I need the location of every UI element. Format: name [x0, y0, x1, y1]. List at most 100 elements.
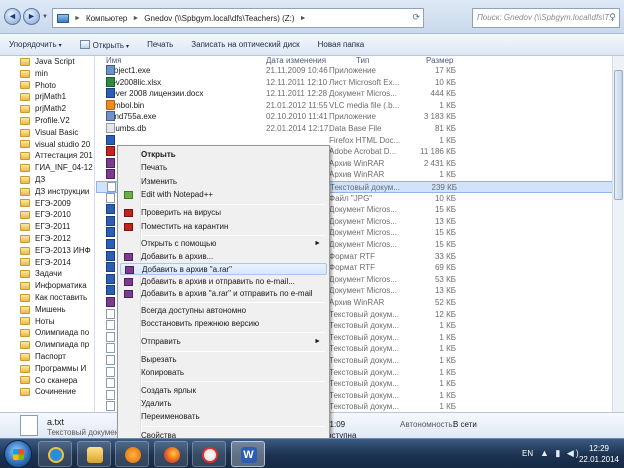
menu-separator [143, 235, 325, 236]
taskbar-word-button[interactable]: W [230, 441, 265, 467]
menu-scan-virus[interactable]: Проверить на вирусы [120, 207, 327, 219]
file-row[interactable]: Sev2008lic.xlsx 12.11.2011 12:10 Лист Micr… [96, 76, 624, 89]
nav-folder-item[interactable]: prjMath2 [0, 103, 94, 115]
menu-open-with[interactable]: Открыть с помощью ► [120, 238, 327, 250]
nav-folder-item[interactable]: ЕГЭ-2011 [0, 221, 94, 233]
nav-folder-item[interactable]: ЕГЭ-2010 [0, 209, 94, 221]
breadcrumb-separator-icon[interactable]: ► [74, 15, 81, 22]
search-icon[interactable]: ⚲ [609, 12, 616, 23]
nav-folder-item[interactable]: ЕГЭ-2012 [0, 233, 94, 245]
nav-folder-item[interactable]: prjMath1 [0, 91, 94, 103]
navigation-pane[interactable]: Java Script min Photo prjMath1 prjMath2 Profi… [0, 56, 95, 412]
nav-folder-item[interactable]: Мишень [0, 304, 94, 316]
file-type: Документ Micros... [329, 228, 397, 238]
nav-folder-item[interactable]: Photo [0, 80, 94, 92]
start-button[interactable] [4, 440, 32, 468]
search-input[interactable]: Поиск: Gnedov (\\Spbgym.local\dfs\T... ⚲ [472, 8, 620, 28]
nav-folder-item[interactable]: Visual Basic [0, 127, 94, 139]
nav-folder-item[interactable]: min [0, 68, 94, 80]
menu-delete[interactable]: Удалить [120, 398, 327, 410]
scrollbar-thumb[interactable] [614, 70, 623, 200]
clock[interactable]: 12:29 22.01.2014 [578, 443, 620, 465]
nav-folder-item[interactable]: Ноты [0, 316, 94, 328]
nav-folder-item[interactable]: ЕГЭ-2013 ИНФ [0, 245, 94, 257]
nav-folder-item[interactable]: Олимпиада по [0, 327, 94, 339]
taskbar-yandex-button[interactable] [192, 441, 226, 467]
taskbar-media-player-button[interactable] [115, 441, 149, 467]
history-dropdown-icon[interactable]: ▼ [42, 14, 48, 20]
nav-folder-item[interactable]: Сочинение [0, 386, 94, 398]
organize-button[interactable]: Упорядочить ▾ [0, 40, 71, 49]
file-size: 1 КБ [439, 170, 456, 180]
folder-icon [20, 199, 30, 208]
nav-folder-item[interactable]: Со сканера [0, 375, 94, 387]
menu-restore-version[interactable]: Восстановить прежнюю версию [120, 318, 327, 330]
tray-icons[interactable]: ▲ ▮ ◀) [540, 448, 581, 459]
print-button[interactable]: Печать [138, 40, 182, 49]
nav-folder-item[interactable]: ДЗ [0, 174, 94, 186]
menu-add-a-rar[interactable]: Добавить в архив "a.rar" [120, 263, 327, 275]
menu-edit-notepadpp[interactable]: Edit with Notepad++ [120, 189, 327, 201]
menu-create-shortcut[interactable]: Создать ярлык [120, 385, 327, 397]
menu-open[interactable]: Открыть [120, 149, 327, 161]
forward-button[interactable]: ► [23, 8, 40, 25]
address-field[interactable]: ► Компьютер ► Gnedov (\\Spbgym.local\dfs… [52, 8, 424, 28]
nav-folder-item[interactable]: visual studio 20 [0, 139, 94, 151]
nav-folder-item[interactable]: Информатика [0, 280, 94, 292]
nav-folder-item[interactable]: ГИА_INF_04-12 [0, 162, 94, 174]
nav-folder-item[interactable]: Олимпиада пр [0, 339, 94, 351]
menu-add-a-rar-email[interactable]: Добавить в архив "a.rar" и отправить по … [120, 288, 327, 300]
language-indicator[interactable]: EN [522, 449, 533, 458]
file-row[interactable]: Sever 2008 лицензии.docx 12.11.2011 12:28… [96, 88, 624, 100]
refresh-icon[interactable]: ⟳ [412, 12, 420, 23]
notepadpp-icon [124, 191, 133, 199]
file-size: 1 КБ [439, 367, 456, 377]
nav-folder-item[interactable]: Java Script [0, 56, 94, 68]
nav-folder-item[interactable]: ЕГЭ-2009 [0, 198, 94, 210]
menu-cut[interactable]: Вырезать [120, 354, 327, 366]
file-row[interactable]: Thumbs.db 22.01.2014 12:17 Data Base File 8… [96, 123, 624, 135]
burn-disc-button[interactable]: Записать на оптический диск [182, 40, 308, 49]
nav-folder-item[interactable]: Задачи [0, 268, 94, 280]
taskbar-internet-explorer-button[interactable] [38, 441, 72, 467]
menu-copy[interactable]: Копировать [120, 367, 327, 379]
nav-folder-item[interactable]: Как поставить [0, 292, 94, 304]
breadcrumb-separator-icon[interactable]: ► [132, 15, 139, 22]
nav-folder-item[interactable]: Profile.V2 [0, 115, 94, 127]
file-type: Формат RTF [329, 251, 376, 261]
column-name-header[interactable]: Имя [106, 56, 122, 65]
file-type: Файл "JPG" [329, 193, 373, 203]
back-button[interactable]: ◄ [4, 8, 21, 25]
file-row[interactable]: symbol.bin 21.01.2012 11:55 VLC media file… [96, 99, 624, 112]
nav-folder-item[interactable]: Программы И [0, 363, 94, 375]
address-bar-area: ◄ ► ▼ ► Компьютер ► Gnedov (\\Spbgym.loc… [0, 0, 624, 34]
file-type: VLC media file (.b... [329, 100, 400, 110]
nav-folder-item[interactable]: ДЗ инструкции [0, 186, 94, 198]
menu-offline[interactable]: Всегда доступны автономно [120, 305, 327, 317]
menu-edit[interactable]: Изменить [120, 176, 327, 188]
taskbar-firefox-button[interactable] [153, 441, 188, 467]
nav-folder-item[interactable]: Паспорт [0, 351, 94, 363]
open-button[interactable]: Открыть ▾ [71, 39, 138, 50]
new-folder-button[interactable]: Новая папка [309, 40, 374, 49]
taskbar-file-explorer-button[interactable] [76, 441, 111, 467]
column-date-header[interactable]: Дата изменения [266, 56, 326, 65]
menu-quarantine[interactable]: Поместить на карантин [120, 221, 327, 233]
db-file-icon [106, 123, 115, 133]
menu-add-archive-email[interactable]: Добавить в архив и отправить по e-mail..… [120, 276, 327, 288]
menu-print[interactable]: Печать [120, 162, 327, 174]
nav-folder-item[interactable]: Аттестация 201 [0, 150, 94, 162]
nav-folder-item[interactable]: ЕГЭ-2014 [0, 257, 94, 269]
breadcrumb-separator-icon[interactable]: ► [300, 15, 307, 22]
file-row[interactable]: Project1.exe 21.11.2009 10:46 Приложение 17… [96, 65, 624, 77]
breadcrumb-computer[interactable]: Компьютер [86, 14, 127, 23]
breadcrumb-current-folder[interactable]: Gnedov (\\Spbgym.local\dfs\Teachers) (Z:… [144, 14, 294, 23]
file-row[interactable]: tcmd755a.exe 02.10.2010 11:41 Приложение 3 … [96, 111, 624, 123]
menu-rename[interactable]: Переименовать [120, 411, 327, 423]
vertical-scrollbar[interactable] [612, 56, 624, 412]
column-size-header[interactable]: Размер [426, 56, 454, 65]
menu-send-to[interactable]: Отправить ► [120, 336, 327, 348]
menu-add-archive[interactable]: Добавить в архив... [120, 251, 327, 263]
folder-icon [20, 341, 30, 350]
column-type-header[interactable]: Тип [356, 56, 369, 65]
